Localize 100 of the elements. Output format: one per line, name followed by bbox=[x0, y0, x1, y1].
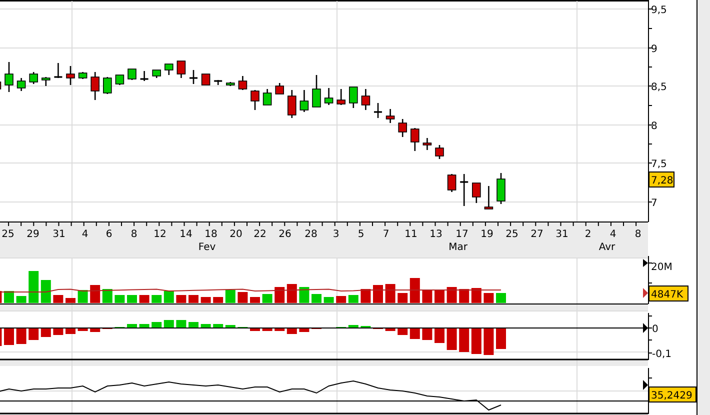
date-label: 14 bbox=[180, 229, 192, 240]
candlestick bbox=[312, 75, 321, 108]
histogram-bar bbox=[385, 328, 396, 331]
month-label: Fev bbox=[198, 242, 216, 253]
volume-bar bbox=[188, 295, 198, 303]
candlestick bbox=[496, 173, 506, 204]
histogram-bar bbox=[213, 324, 224, 328]
histogram-bar bbox=[152, 322, 162, 328]
month-label: Avr bbox=[598, 242, 616, 253]
histogram-bar bbox=[484, 328, 494, 355]
date-label: 31 bbox=[556, 229, 568, 240]
date-label: 18 bbox=[204, 229, 218, 240]
histogram-bar bbox=[78, 328, 88, 331]
volume-bar bbox=[53, 295, 64, 303]
candlestick bbox=[29, 72, 38, 84]
candlestick bbox=[128, 68, 136, 80]
date-label: 3 bbox=[332, 229, 340, 240]
oscillator-axis-label: -0,1 bbox=[652, 349, 672, 360]
price-axis-label: 9 bbox=[651, 44, 658, 55]
candlestick bbox=[152, 70, 161, 78]
candlestick bbox=[176, 60, 186, 78]
candlestick bbox=[398, 119, 407, 137]
histogram-bar bbox=[274, 328, 285, 331]
date-label: 29 bbox=[26, 229, 40, 240]
date-label: 8 bbox=[634, 229, 642, 240]
price-axis-label: 7 bbox=[651, 198, 658, 209]
candlestick bbox=[447, 174, 456, 192]
value-badge: 35,2429 bbox=[648, 386, 696, 402]
volume-bar bbox=[250, 297, 260, 303]
date-label: 6 bbox=[106, 229, 112, 240]
candlestick bbox=[349, 86, 358, 108]
candlestick bbox=[262, 89, 272, 106]
volume-bar bbox=[114, 295, 125, 303]
histogram-bar bbox=[164, 320, 174, 328]
candlestick bbox=[435, 145, 444, 159]
month-label: Mar bbox=[448, 242, 468, 253]
histogram-bar bbox=[250, 328, 260, 331]
histogram-bar bbox=[90, 328, 100, 332]
date-label: 4 bbox=[82, 229, 88, 240]
volume-bar bbox=[459, 289, 470, 303]
date-label: 4 bbox=[610, 229, 616, 240]
histogram-bar bbox=[262, 328, 272, 331]
date-label: 25 bbox=[506, 229, 518, 240]
volume-bar bbox=[90, 285, 100, 303]
histogram-bar bbox=[348, 325, 358, 328]
candlestick bbox=[54, 63, 62, 78]
date-label: 17 bbox=[456, 229, 468, 240]
volume-bar bbox=[496, 293, 506, 303]
candlestick bbox=[115, 74, 124, 85]
date-label: 13 bbox=[430, 229, 442, 240]
histogram-bar bbox=[434, 328, 444, 343]
candlestick bbox=[42, 77, 50, 86]
value-badge: 7,28 bbox=[648, 172, 674, 188]
candlestick bbox=[226, 82, 235, 86]
candlestick bbox=[422, 138, 432, 150]
candlestick bbox=[90, 72, 100, 100]
histogram-bar bbox=[459, 328, 470, 352]
price-axis-label: 9,5 bbox=[651, 5, 667, 16]
candlestick bbox=[361, 89, 370, 110]
candlestick bbox=[103, 77, 112, 94]
histogram-bar bbox=[422, 328, 432, 340]
date-label: 31 bbox=[52, 229, 66, 240]
volume-bar bbox=[4, 291, 14, 303]
date-label: 8 bbox=[130, 229, 138, 240]
volume-bar bbox=[434, 290, 444, 303]
volume-bar bbox=[200, 297, 211, 303]
volume-bar bbox=[398, 293, 408, 303]
histogram-bar bbox=[127, 324, 137, 328]
histogram-bar bbox=[496, 328, 506, 349]
date-label: 12 bbox=[154, 229, 166, 240]
candlestick bbox=[275, 83, 284, 94]
volume-bar bbox=[262, 294, 272, 303]
volume-bar bbox=[16, 296, 26, 303]
date-label: 27 bbox=[530, 229, 544, 240]
volume-bar bbox=[238, 292, 248, 303]
value-badge: 4847K bbox=[648, 286, 688, 302]
date-label: 11 bbox=[404, 229, 418, 240]
candlestick bbox=[78, 72, 88, 79]
date-label: 20 bbox=[230, 229, 242, 240]
histogram-bar bbox=[28, 328, 39, 340]
volume-bar bbox=[225, 290, 236, 303]
oscillator-axis-label: 0 bbox=[652, 324, 658, 335]
candlestick bbox=[288, 90, 296, 118]
histogram-bar bbox=[4, 328, 14, 345]
candlestick bbox=[484, 186, 494, 210]
date-label: 28 bbox=[304, 229, 318, 240]
candlestick bbox=[16, 78, 26, 91]
candlestick bbox=[472, 182, 481, 203]
price-axis-label: 8,5 bbox=[651, 82, 667, 93]
volume-bar bbox=[176, 295, 186, 303]
candlestick bbox=[214, 80, 222, 85]
candlestick bbox=[238, 76, 248, 90]
date-label: 25 bbox=[2, 229, 14, 240]
candlestick bbox=[410, 128, 420, 151]
date-label: 22 bbox=[254, 229, 266, 240]
candlestick bbox=[164, 64, 174, 75]
date-label: 19 bbox=[480, 229, 494, 240]
date-label: 2 bbox=[584, 229, 592, 240]
volume-bar bbox=[28, 271, 39, 303]
candlestick bbox=[374, 103, 382, 118]
